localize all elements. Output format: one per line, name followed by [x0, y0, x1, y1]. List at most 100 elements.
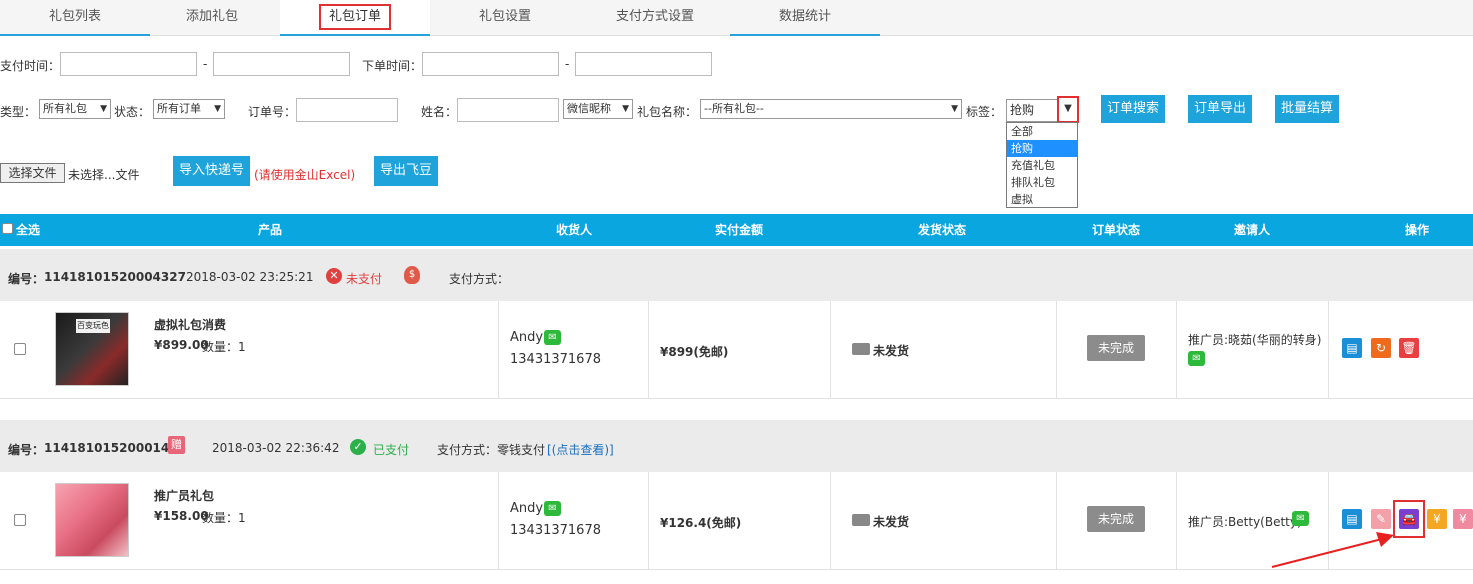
order-group-header: 编号： 11418101520004327 2018-03-02 23:25:2… [0, 249, 1473, 301]
tag-option-selected[interactable]: 抢购 [1007, 140, 1077, 157]
thumbnail-caption: 百变玩色 [76, 319, 110, 333]
tab-gift-orders[interactable]: 礼包订单 [280, 0, 430, 36]
tab-payment-settings[interactable]: 支付方式设置 [580, 0, 730, 36]
paid-amount: ¥899(免邮) [660, 345, 729, 359]
tab-statistics[interactable]: 数据统计 [730, 0, 880, 36]
select-value: 所有礼包 [43, 102, 87, 115]
refresh-icon[interactable]: ↻ [1371, 338, 1391, 358]
receiver-name: Andy [510, 501, 544, 516]
tag-option[interactable]: 充值礼包 [1007, 157, 1077, 174]
receiver-phone: 13431371678 [510, 352, 601, 367]
type-select[interactable]: 所有礼包 ▼ [39, 99, 111, 119]
choose-file-button[interactable]: 选择文件 [0, 163, 65, 183]
tag-dropdown-arrow-icon[interactable]: ▼ [1057, 96, 1079, 123]
name-label: 姓名： [421, 105, 458, 119]
batch-settle-button[interactable]: 批量结算 [1275, 95, 1339, 123]
tab-label: 礼包订单 [318, 4, 391, 30]
tab-label: 礼包设置 [478, 9, 531, 24]
receiver-phone: 13431371678 [510, 523, 601, 538]
order-status-button[interactable]: 未完成 [1087, 335, 1145, 361]
type-label: 类型： [0, 105, 37, 119]
dropdown-arrow-icon: ▼ [622, 104, 629, 114]
ship-status: 未发货 [873, 344, 910, 358]
tag-dropdown-list: 全部 抢购 充值礼包 排队礼包 虚拟 [1006, 122, 1078, 208]
table-row: 推广员礼包 ¥158.00 数量：1 Andy ✉ 13431371678 ¥1… [0, 472, 1473, 570]
tag-option[interactable]: 排队礼包 [1007, 174, 1077, 191]
dropdown-arrow-icon: ▼ [214, 104, 221, 114]
wechat-icon: ✉ [544, 330, 561, 345]
yen-edit-icon[interactable]: ¥ [1427, 509, 1447, 529]
order-no-input[interactable] [296, 98, 398, 122]
order-no: 11418101520004327 [44, 270, 186, 284]
divider [1056, 472, 1057, 570]
col-receiver: 收货人 [556, 223, 593, 237]
export-feidou-button[interactable]: 导出飞豆 [374, 156, 438, 186]
select-all-checkbox[interactable] [2, 223, 13, 234]
order-no-label: 编号： [8, 443, 45, 457]
order-no-label: 编号： [8, 272, 45, 286]
truck-icon [852, 514, 870, 526]
divider [830, 301, 831, 399]
money-bag-icon: $ [404, 266, 420, 284]
gift-name-label: 礼包名称： [637, 105, 698, 119]
inviter: 推广员:晓茹(华丽的转身) [1188, 333, 1322, 347]
tab-add-gift[interactable]: 添加礼包 [137, 0, 287, 36]
paid-amount: ¥126.4(免邮) [660, 516, 742, 530]
yen-note-icon[interactable]: ¥ [1453, 509, 1473, 529]
dropdown-arrow-icon: ▼ [951, 104, 958, 114]
col-actions: 操作 [1405, 223, 1430, 237]
col-order-status: 订单状态 [1092, 223, 1141, 237]
divider [498, 472, 499, 570]
table-row: 百变玩色 虚拟礼包消费 ¥899.00 数量：1 Andy ✉ 13431371… [0, 301, 1473, 399]
dash: - [203, 57, 208, 71]
note-icon[interactable]: ▤ [1342, 338, 1362, 358]
order-no: 11418101520001408 [44, 441, 186, 455]
dash: - [565, 57, 570, 71]
import-tracking-button[interactable]: 导入快递号 [173, 156, 250, 186]
pay-time-end-input[interactable] [213, 52, 350, 76]
trash-icon[interactable]: 🗑 [1399, 338, 1419, 358]
tab-label: 礼包列表 [48, 9, 101, 24]
tab-label: 支付方式设置 [615, 9, 694, 24]
order-export-button[interactable]: 订单导出 [1188, 95, 1252, 123]
tag-option[interactable]: 虚拟 [1007, 191, 1077, 208]
gift-badge: 赠 [168, 436, 185, 454]
product-name: 虚拟礼包消费 [154, 318, 227, 332]
tab-gift-settings[interactable]: 礼包设置 [430, 0, 580, 36]
row-checkbox[interactable] [14, 343, 26, 355]
pay-time-start-input[interactable] [60, 52, 197, 76]
name-input[interactable] [457, 98, 559, 122]
pay-status: 已支付 [373, 443, 410, 457]
order-time: 2018-03-02 23:25:21 [186, 270, 314, 284]
pay-status: 未支付 [346, 272, 383, 286]
divider [498, 301, 499, 399]
product-name: 推广员礼包 [154, 489, 215, 503]
product-qty: 数量：1 [202, 340, 246, 354]
tab-gift-list[interactable]: 礼包列表 [0, 0, 150, 36]
paid-check-icon: ✓ [350, 439, 366, 455]
col-inviter: 邀请人 [1234, 223, 1271, 237]
pay-detail-link[interactable]: [(点击查看)] [547, 441, 614, 458]
order-time-end-input[interactable] [575, 52, 712, 76]
row-checkbox[interactable] [14, 514, 26, 526]
no-file-text: 未选择...文件 [68, 168, 140, 182]
col-product: 产品 [258, 223, 283, 237]
product-thumbnail [55, 483, 129, 557]
col-paid-amount: 实付金额 [715, 223, 764, 237]
tab-label: 数据统计 [778, 9, 831, 24]
product-price: ¥158.00 [154, 509, 209, 523]
wechat-icon: ✉ [1188, 351, 1205, 366]
order-time-start-input[interactable] [422, 52, 559, 76]
nickname-select[interactable]: 微信昵称 ▼ [563, 99, 633, 119]
unpaid-x-icon: ✕ [326, 268, 342, 284]
order-status-button[interactable]: 未完成 [1087, 506, 1145, 532]
product-thumbnail: 百变玩色 [55, 312, 129, 386]
status-select[interactable]: 所有订单 ▼ [153, 99, 225, 119]
gift-name-select[interactable]: --所有礼包-- ▼ [700, 99, 962, 119]
dropdown-arrow-icon: ▼ [100, 104, 107, 114]
tab-label: 添加礼包 [185, 9, 238, 24]
tag-option[interactable]: 全部 [1007, 123, 1077, 140]
order-group-header: 编号： 11418101520001408 赠 2018-03-02 22:36… [0, 420, 1473, 472]
select-value: --所有礼包-- [704, 102, 764, 115]
order-search-button[interactable]: 订单搜索 [1101, 95, 1165, 123]
